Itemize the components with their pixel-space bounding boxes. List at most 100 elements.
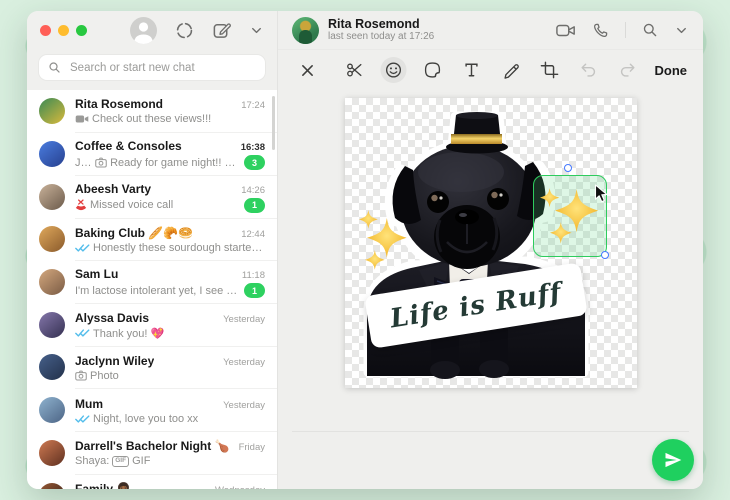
chat-name: Mum — [75, 396, 103, 411]
chat-preview: Joe: Ready for game night!! 🍿🕹️🍿 — [75, 156, 238, 170]
profile-avatar-button[interactable] — [130, 16, 157, 44]
chat-preview: Missed voice call — [75, 199, 173, 211]
chat-time: Wednesday — [215, 485, 265, 489]
chat-time: 11:18 — [241, 270, 265, 282]
new-chat-button[interactable] — [212, 21, 231, 40]
missed-call-icon — [75, 199, 87, 211]
text-icon — [464, 63, 478, 77]
chat-preview-text: Thank you! 💖 — [93, 327, 165, 340]
undo-button[interactable] — [575, 57, 601, 83]
text-tool-button[interactable] — [458, 57, 484, 83]
done-button[interactable]: Done — [655, 63, 688, 78]
chat-preview: Check out these views!!! — [75, 113, 211, 125]
sticker-tool-button[interactable] — [419, 57, 445, 83]
sender-prefix: Shaya: — [75, 455, 110, 468]
chat-header: Rita Rosemond last seen today at 17:26 — [278, 11, 703, 50]
editor-panel: Rita Rosemond last seen today at 17:26 D… — [278, 11, 703, 489]
close-editor-button[interactable] — [294, 57, 320, 83]
chat-avatar — [39, 439, 65, 466]
chat-list-item[interactable]: Sam Lu 11:18 I'm lactose intolerant yet,… — [27, 260, 277, 304]
video-call-button[interactable] — [556, 23, 576, 38]
chat-avatar — [39, 397, 65, 424]
chat-name: Coffee & Consoles — [75, 139, 182, 154]
voice-call-button[interactable] — [592, 22, 609, 39]
chat-list-item[interactable]: Jaclynn Wiley Yesterday Photo — [27, 345, 277, 389]
sidebar-menu-button[interactable] — [249, 23, 264, 38]
chat-time: 16:38 — [240, 142, 265, 154]
search-bar — [27, 49, 277, 90]
undo-icon — [580, 63, 595, 77]
chat-name: Jaclynn Wiley — [75, 353, 155, 368]
chat-preview-text: GIF — [132, 455, 151, 468]
chat-preview: Night, love you too xx — [75, 413, 198, 425]
rotate-handle[interactable] — [563, 164, 572, 172]
chat-preview-text: I'm lactose intolerant yet, I see cheese… — [75, 284, 238, 297]
send-button[interactable] — [652, 439, 694, 481]
smiley-icon — [385, 62, 401, 78]
draw-tool-button[interactable] — [497, 57, 523, 83]
cut-tool-button[interactable] — [341, 57, 367, 83]
read-receipt-icon — [75, 329, 90, 337]
contact-avatar[interactable] — [292, 16, 319, 44]
sender-prefix: Joe: — [75, 156, 92, 169]
resize-handle[interactable] — [600, 251, 609, 259]
sticker-icon — [424, 62, 440, 78]
chat-preview: Photo — [75, 370, 119, 382]
chat-menu-button[interactable] — [674, 23, 689, 38]
unread-badge: 1 — [244, 197, 265, 213]
chat-preview-text: Missed voice call — [90, 199, 174, 212]
chat-time: 12:44 — [241, 228, 265, 240]
chat-preview-text: Honestly these sourdough starters are aw… — [93, 241, 265, 254]
chat-avatar — [39, 311, 65, 338]
search-input[interactable] — [68, 60, 256, 75]
sidebar-toolbar — [27, 11, 277, 49]
chat-list-item[interactable]: Abeesh Varty 14:26 Missed voice call 1 — [27, 174, 277, 218]
redo-icon — [620, 63, 635, 77]
fullscreen-window-button[interactable] — [76, 24, 87, 36]
sticker-canvas[interactable]: Life is Ruff — [344, 98, 637, 388]
chevron-down-icon — [252, 27, 261, 33]
chat-time: 14:26 — [241, 184, 265, 196]
status-button[interactable] — [175, 21, 194, 40]
minimize-window-button[interactable] — [58, 24, 69, 36]
chat-list-item[interactable]: Family 👩🏾‍🦱 Wednesday Grandma: Happy dan… — [27, 473, 277, 489]
close-window-button[interactable] — [40, 24, 51, 36]
chat-preview-text: Photo — [90, 369, 119, 382]
unread-badge: 1 — [244, 283, 265, 299]
chat-name: Sam Lu — [75, 267, 119, 282]
chat-list-item[interactable]: Rita Rosemond 17:24 Check out these view… — [27, 90, 277, 133]
phone-icon — [593, 23, 608, 37]
crop-tool-button[interactable] — [536, 57, 562, 83]
chat-list-item[interactable]: Baking Club 🥖🥐🥯 12:44 Honestly these sou… — [27, 217, 277, 261]
camera-icon — [95, 157, 107, 168]
chat-list-item[interactable]: Darrell's Bachelor Night 🍗 Friday Shaya:… — [27, 431, 277, 475]
contact-last-seen: last seen today at 17:26 — [328, 31, 435, 43]
person-icon — [134, 21, 153, 44]
redo-button[interactable] — [614, 57, 640, 83]
chat-list-item[interactable]: Alyssa Davis Yesterday Thank you! 💖 — [27, 302, 277, 346]
chat-time: Yesterday — [223, 399, 265, 411]
chat-avatar — [39, 354, 65, 381]
chat-list-item[interactable]: Mum Yesterday Night, love you too xx — [27, 388, 277, 432]
mouse-cursor-icon — [594, 184, 607, 203]
editor-toolbar: Done — [278, 50, 703, 90]
chat-time: 17:24 — [241, 100, 265, 112]
chat-list-item[interactable]: Coffee & Consoles 16:38 Joe: Ready for g… — [27, 132, 277, 176]
camera-icon — [75, 371, 87, 381]
emoji-tool-button[interactable] — [380, 57, 406, 83]
chat-avatar — [39, 226, 65, 253]
chat-time: Friday — [238, 442, 265, 454]
search-icon — [49, 62, 60, 73]
chat-list: Rita Rosemond 17:24 Check out these view… — [27, 90, 277, 489]
search-in-chat-button[interactable] — [642, 22, 658, 38]
chat-preview-text: Check out these views!!! — [92, 113, 212, 126]
close-icon — [301, 64, 313, 76]
read-receipt-icon — [75, 244, 90, 252]
unread-badge: 3 — [244, 155, 265, 171]
chat-name: Alyssa Davis — [75, 310, 150, 325]
chat-list-scrollbar[interactable] — [272, 96, 275, 150]
sidebar: Rita Rosemond 17:24 Check out these view… — [27, 11, 278, 489]
chevron-down-icon — [677, 27, 686, 33]
contact-name: Rita Rosemond — [328, 17, 420, 32]
traffic-lights — [40, 24, 87, 36]
